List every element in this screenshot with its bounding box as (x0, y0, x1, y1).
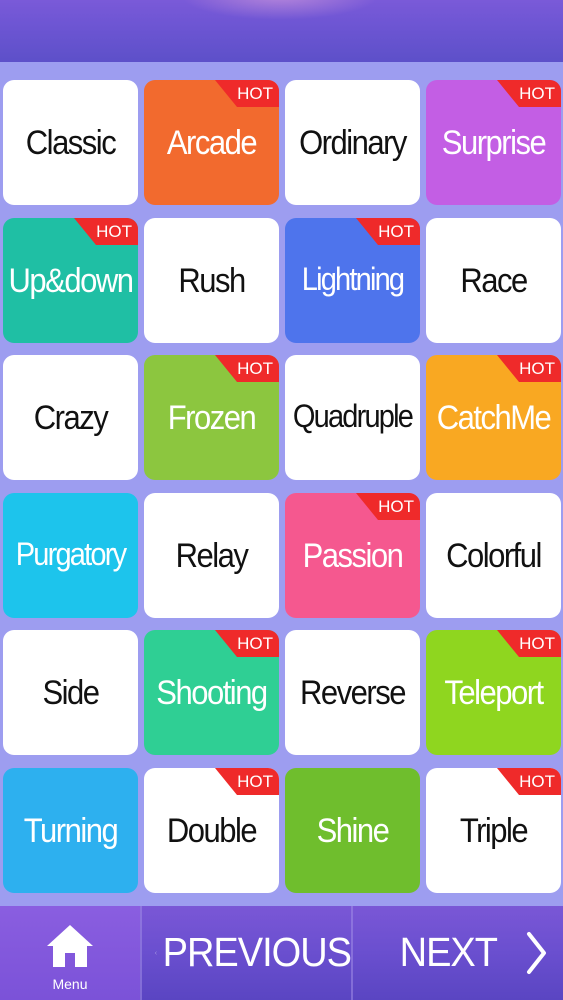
mode-tile-label: Shooting (156, 672, 268, 712)
hot-badge-label: HOT (519, 633, 555, 653)
mode-tile-reverse[interactable]: Reverse (285, 630, 420, 755)
hot-badge-label: HOT (237, 358, 273, 378)
mode-tile-side[interactable]: Side (3, 630, 138, 755)
mode-tile-arcade[interactable]: Arcade HOT (144, 80, 279, 205)
hot-badge-label: HOT (378, 496, 414, 516)
mode-tile-label: Shine (316, 810, 390, 850)
mode-tile-label: Crazy (33, 397, 109, 437)
mode-tile-label: Quadruple (292, 399, 414, 435)
mode-tile-label: Relay (175, 535, 249, 575)
hot-badge-label: HOT (519, 771, 555, 791)
mode-tile-turning[interactable]: Turning (3, 768, 138, 893)
mode-tile-label: Classic (25, 122, 117, 162)
top-glow (180, 0, 380, 20)
mode-tile-quadruple[interactable]: Quadruple (285, 355, 420, 480)
mode-tile-relay[interactable]: Relay (144, 493, 279, 618)
mode-tile-label: Colorful (446, 535, 542, 575)
hot-badge-label: HOT (378, 221, 414, 241)
mode-tile-label: Lightning (301, 262, 405, 298)
previous-button[interactable]: PREVIOUS (141, 906, 352, 1000)
hot-badge: HOT (497, 80, 561, 107)
menu-button[interactable]: Menu (0, 906, 140, 1000)
mode-tile-teleport[interactable]: Teleport HOT (426, 630, 561, 755)
hot-badge: HOT (215, 630, 279, 657)
mode-tile-ordinary[interactable]: Ordinary (285, 80, 420, 205)
mode-tile-lightning[interactable]: Lightning HOT (285, 218, 420, 343)
hot-badge: HOT (356, 218, 420, 245)
hot-badge-label: HOT (519, 358, 555, 378)
top-bar (0, 0, 563, 62)
mode-tile-label: Arcade (166, 122, 258, 162)
mode-tile-triple[interactable]: Triple HOT (426, 768, 561, 893)
home-icon (47, 925, 93, 967)
mode-tile-label: Surprise (441, 122, 547, 162)
mode-tile-surprise[interactable]: Surprise HOT (426, 80, 561, 205)
next-button[interactable]: NEXT (353, 906, 563, 1000)
hot-badge-label: HOT (237, 83, 273, 103)
mode-tile-label: Ordinary (299, 122, 407, 162)
mode-tile-up-down[interactable]: Up&down HOT (3, 218, 138, 343)
mode-tile-purgatory[interactable]: Purgatory (3, 493, 138, 618)
mode-tile-label: Passion (302, 535, 404, 575)
mode-tile-label: Turning (23, 810, 119, 850)
menu-label: Menu (52, 976, 88, 992)
mode-tile-shine[interactable]: Shine (285, 768, 420, 893)
hot-badge-label: HOT (237, 633, 273, 653)
hot-badge: HOT (497, 630, 561, 657)
hot-badge: HOT (215, 355, 279, 382)
mode-tile-label: Frozen (167, 397, 257, 437)
mode-tile-rush[interactable]: Rush (144, 218, 279, 343)
mode-tile-label: CatchMe (436, 397, 552, 437)
mode-tile-label: Side (42, 672, 100, 712)
mode-tile-label: Rush (178, 260, 246, 300)
mode-tile-double[interactable]: Double HOT (144, 768, 279, 893)
mode-tile-classic[interactable]: Classic (3, 80, 138, 205)
hot-badge-label: HOT (96, 221, 132, 241)
mode-tile-label: Triple (459, 810, 529, 850)
mode-tile-label: Teleport (444, 672, 544, 712)
mode-tile-race[interactable]: Race (426, 218, 561, 343)
chevron-left-icon (155, 951, 157, 955)
hot-badge: HOT (215, 768, 279, 795)
mode-tile-colorful[interactable]: Colorful (426, 493, 561, 618)
hot-badge: HOT (497, 768, 561, 795)
chevron-right-icon (527, 932, 546, 974)
previous-label: PREVIOUS (162, 929, 352, 976)
mode-tile-label: Purgatory (15, 537, 127, 573)
mode-tile-shooting[interactable]: Shooting HOT (144, 630, 279, 755)
hot-badge-label: HOT (519, 83, 555, 103)
hot-badge: HOT (74, 218, 138, 245)
mode-tile-crazy[interactable]: Crazy (3, 355, 138, 480)
hot-badge-label: HOT (237, 771, 273, 791)
bottom-nav-bar: Menu PREVIOUS NEXT (0, 906, 563, 1000)
mode-tile-label: Race (460, 260, 528, 300)
mode-tile-passion[interactable]: Passion HOT (285, 493, 420, 618)
mode-tile-label: Double (166, 810, 258, 850)
next-label: NEXT (399, 929, 498, 976)
hot-badge: HOT (356, 493, 420, 520)
hot-badge: HOT (497, 355, 561, 382)
mode-tile-frozen[interactable]: Frozen HOT (144, 355, 279, 480)
mode-tile-label: Up&down (8, 260, 134, 300)
mode-grid: Classic Arcade HOT Ordinary Surprise HOT Up&do… (0, 62, 563, 906)
hot-badge: HOT (215, 80, 279, 107)
mode-tile-label: Reverse (300, 672, 406, 712)
mode-tile-catchme[interactable]: CatchMe HOT (426, 355, 561, 480)
